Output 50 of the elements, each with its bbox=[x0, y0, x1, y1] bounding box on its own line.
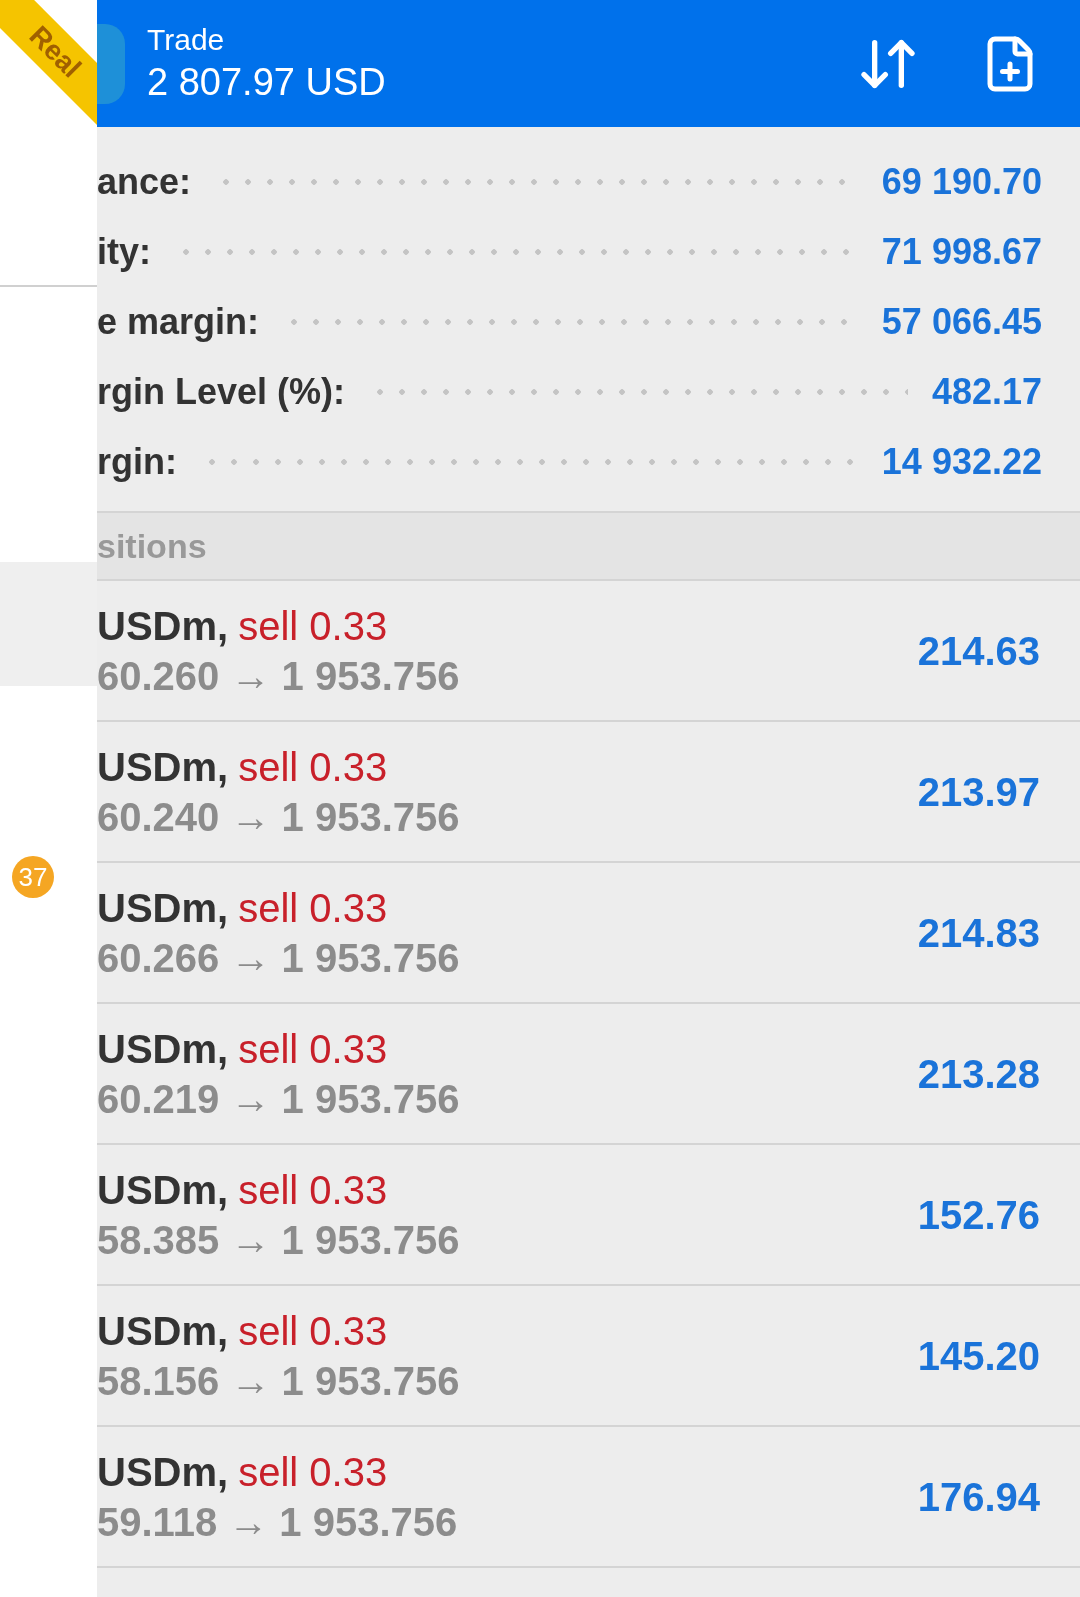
position-side: sell 0.33 bbox=[238, 1307, 388, 1355]
position-profit: 176.94 bbox=[917, 1473, 1040, 1521]
header-balance: 2 807.97 USD bbox=[147, 59, 387, 105]
summary-label: ance: bbox=[97, 160, 192, 204]
position-side: sell 0.33 bbox=[238, 1025, 388, 1073]
summary-value: 482.17 bbox=[931, 370, 1042, 414]
position-side: sell 0.33 bbox=[238, 1166, 388, 1214]
position-profit: 213.28 bbox=[917, 1050, 1040, 1098]
position-row[interactable]: USDm, sell 0.33 58.385 → 1 953.756 152.76 bbox=[97, 1145, 1080, 1286]
position-symbol: USDm, bbox=[97, 1166, 229, 1214]
app-logo-icon bbox=[97, 23, 125, 104]
position-row[interactable]: USDm, sell 0.33 60.266 → 1 953.756 214.83 bbox=[97, 863, 1080, 1004]
summary-value: 69 190.70 bbox=[881, 160, 1042, 204]
header-title: Trade bbox=[147, 22, 226, 58]
position-symbol: USDm, bbox=[97, 602, 229, 650]
position-profit: 152.76 bbox=[917, 1191, 1040, 1239]
position-row[interactable]: USDm, sell 0.33 60.240 → 1 953.756 213.97 bbox=[97, 722, 1080, 863]
summary-value: 71 998.67 bbox=[881, 230, 1042, 274]
position-profit: 213.97 bbox=[917, 768, 1040, 816]
position-prices: 60.260 → 1 953.756 bbox=[97, 652, 461, 700]
summary-label: rgin Level (%): bbox=[97, 370, 346, 414]
position-prices: 58.385 → 1 953.756 bbox=[97, 1216, 461, 1264]
count-badge: 37 bbox=[12, 856, 54, 898]
position-profit: 214.63 bbox=[917, 627, 1040, 675]
position-row[interactable]: USDm, sell 0.33 60.260 → 1 953.756 214.63 bbox=[97, 581, 1080, 722]
position-symbol: USDm, bbox=[97, 1448, 229, 1496]
position-prices: 60.240 → 1 953.756 bbox=[97, 793, 461, 841]
position-prices: 59.118 → 1 953.756 bbox=[97, 1498, 459, 1546]
position-side: sell 0.33 bbox=[238, 743, 388, 791]
position-prices: 60.219 → 1 953.756 bbox=[97, 1075, 461, 1123]
position-row[interactable]: USDm, sell 0.33 59.118 → 1 953.756 176.94 bbox=[97, 1427, 1080, 1568]
position-side: sell 0.33 bbox=[238, 602, 388, 650]
position-profit: 214.83 bbox=[917, 909, 1040, 957]
position-symbol: USDm, bbox=[97, 1025, 229, 1073]
position-prices: 60.266 → 1 953.756 bbox=[97, 934, 461, 982]
position-row[interactable]: USDm, sell 0.33 58.156 → 1 953.756 145.20 bbox=[97, 1286, 1080, 1427]
position-row[interactable]: USDm, sell 0.33 60.219 → 1 953.756 213.28 bbox=[97, 1004, 1080, 1145]
position-prices: 58.156 → 1 953.756 bbox=[97, 1357, 461, 1405]
position-symbol: USDm, bbox=[97, 1307, 229, 1355]
summary-label: ity: bbox=[97, 230, 151, 274]
summary-value: 57 066.45 bbox=[881, 300, 1042, 344]
summary-value: 14 932.22 bbox=[881, 440, 1042, 484]
position-symbol: USDm, bbox=[97, 743, 229, 791]
position-side: sell 0.33 bbox=[238, 1448, 388, 1496]
position-symbol: USDm, bbox=[97, 884, 229, 932]
summary-label: e margin: bbox=[97, 300, 260, 344]
position-side: sell 0.33 bbox=[238, 884, 388, 932]
summary-label: rgin: bbox=[97, 440, 177, 484]
position-profit: 145.20 bbox=[917, 1332, 1040, 1380]
section-heading: sitions bbox=[97, 525, 207, 567]
